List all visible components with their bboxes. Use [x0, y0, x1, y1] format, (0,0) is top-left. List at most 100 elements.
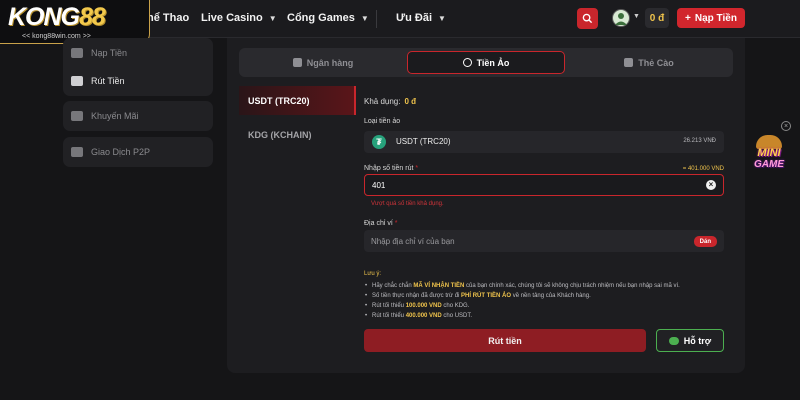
sidebar-item-deposit[interactable]: Nạp Tiền — [63, 38, 213, 68]
chevron-down-icon[interactable]: ▼ — [633, 13, 640, 20]
required-asterisk: * — [415, 165, 419, 172]
nav-item-games[interactable]: Cổng Games ▼ — [287, 12, 369, 24]
plus-icon: + — [685, 12, 691, 24]
nav-item-label: Cổng Games — [287, 12, 355, 24]
deposit-button[interactable]: + Nạp Tiền — [677, 8, 745, 28]
tab-crypto[interactable]: Tiền Ảo — [407, 51, 565, 74]
gift-icon — [71, 111, 83, 121]
nav-divider — [376, 10, 377, 28]
avatar[interactable] — [612, 9, 630, 27]
chevron-down-icon: ▼ — [438, 14, 446, 23]
search-icon — [582, 13, 593, 24]
balance-display: 0 đ — [645, 8, 669, 28]
search-button[interactable] — [577, 8, 598, 29]
sidebar-item-label: Khuyến Mãi — [91, 111, 139, 121]
avatar-icon — [615, 13, 627, 25]
mini-game-widget[interactable]: MINI GAME — [744, 135, 794, 175]
amount-input-value: 401 — [372, 181, 386, 190]
note-text: của bạn chính xác, chúng tôi sẽ không ch… — [464, 283, 680, 289]
wallet-address-placeholder: Nhập địa chỉ ví của bạn — [371, 237, 455, 246]
deposit-icon — [71, 48, 83, 58]
note-text: về nền tảng của Khách hàng. — [511, 293, 591, 299]
available-balance: Khả dụng: 0 đ — [364, 97, 416, 106]
logo-brand: KONG — [8, 3, 80, 31]
card-icon — [624, 58, 634, 67]
exchange-icon — [71, 147, 83, 157]
coin-list: USDT (TRC20) KDG (KCHAIN) — [239, 86, 356, 286]
coin-rate: 26.213 VNĐ — [683, 138, 716, 144]
note-item: Hãy chắc chắn MÃ VÍ NHẬN TIỀN của bạn ch… — [364, 281, 724, 291]
deposit-button-label: Nạp Tiền — [694, 12, 737, 24]
note-text: cho USDT. — [441, 313, 473, 319]
note-highlight: PHÍ RÚT TIỀN ẢO — [461, 293, 512, 299]
note-text: Rút tối thiểu — [372, 303, 406, 309]
sidebar-item-label: Rút Tiền — [91, 76, 125, 86]
coin-item-usdt[interactable]: USDT (TRC20) — [239, 86, 356, 115]
tether-icon: ₮ — [372, 135, 386, 149]
note-item: Rút tối thiểu 400.000 VND cho USDT. — [364, 311, 724, 321]
sidebar-item-p2p[interactable]: Giao Dịch P2P — [63, 137, 213, 167]
note-text: Hãy chắc chắn — [372, 283, 414, 289]
note-highlight: MÃ VÍ NHẬN TIỀN — [413, 283, 465, 289]
sidebar-card-transactions: Nạp Tiền Rút Tiền — [63, 38, 213, 96]
available-value: 0 đ — [404, 97, 417, 106]
mini-game-label-bottom: GAME — [754, 159, 784, 170]
nav-item-promotions[interactable]: Ưu Đãi ▼ — [396, 12, 446, 24]
required-asterisk: * — [394, 220, 398, 227]
note-item: Rút tối thiểu 100.000 VND cho KDG. — [364, 301, 724, 311]
chat-icon — [668, 336, 679, 345]
chevron-down-icon: ▼ — [360, 14, 369, 23]
bank-icon — [292, 58, 302, 67]
available-label: Khả dụng: — [364, 97, 401, 106]
coin-item-kdg[interactable]: KDG (KCHAIN) — [239, 120, 356, 149]
amount-converted: = 401.000 VND — [682, 166, 724, 172]
note-text: cho KDG. — [441, 303, 470, 309]
nav-item-sports[interactable]: hể Thao — [147, 12, 189, 24]
withdraw-icon — [71, 76, 83, 86]
coin-type-field[interactable]: ₮ USDT (TRC20) 26.213 VNĐ — [364, 131, 724, 153]
coin-item-label: KDG (KCHAIN) — [248, 129, 312, 140]
withdraw-submit-button[interactable]: Rút tiền — [364, 329, 646, 352]
tab-label: Ngân hàng — [306, 57, 354, 68]
logo-brand-number: 88 — [79, 3, 106, 31]
nav-item-label: hể Thao — [147, 12, 190, 24]
notes-list: Hãy chắc chắn MÃ VÍ NHẬN TIỀN của bạn ch… — [364, 281, 724, 321]
tab-scratch-card[interactable]: Thẻ Cào — [569, 51, 729, 74]
note-highlight: 400.000 VND — [405, 313, 442, 319]
note-item: Số tiền thực nhận đã được trừ đi PHÍ RÚT… — [364, 291, 724, 301]
nav-item-label: Ưu Đãi — [396, 12, 433, 24]
crypto-icon — [462, 58, 472, 67]
tab-bank[interactable]: Ngân hàng — [243, 51, 403, 74]
amount-label-text: Nhập số tiền rút — [364, 165, 414, 172]
payment-method-tabs: Ngân hàng Tiền Ảo Thẻ Cào — [239, 48, 733, 77]
tab-label: Tiền Ảo — [476, 57, 510, 68]
sidebar-item-label: Nạp Tiền — [91, 48, 128, 58]
address-label: Địa chỉ ví * — [364, 220, 397, 227]
coin-type-label: Loại tiền ảo — [364, 118, 401, 125]
clear-icon[interactable]: × — [706, 180, 716, 190]
sidebar-item-label: Giao Dịch P2P — [91, 147, 151, 157]
sidebar-item-withdraw[interactable]: Rút Tiền — [63, 66, 213, 96]
nav-item-live-casino[interactable]: Live Casino ▼ — [201, 12, 277, 24]
note-text: Rút tối thiểu — [372, 313, 406, 319]
amount-input[interactable]: 401 × — [364, 174, 724, 196]
notes-title: Lưu ý: — [364, 271, 382, 277]
logo-text: KONG88 — [8, 3, 106, 32]
coin-type-value: USDT (TRC20) — [396, 137, 451, 146]
chevron-down-icon: ▼ — [268, 14, 277, 23]
support-button-label: Hỗ trợ — [683, 335, 712, 346]
sidebar-card-p2p: Giao Dịch P2P — [63, 137, 213, 167]
coin-item-label: USDT (TRC20) — [248, 95, 310, 106]
wallet-address-input[interactable]: Nhập địa chỉ ví của bạn Dán — [364, 230, 724, 252]
sidebar-item-promotions[interactable]: Khuyến Mãi — [63, 101, 213, 131]
note-text: Số tiền thực nhận đã được trừ đi — [372, 293, 462, 299]
amount-label: Nhập số tiền rút * — [364, 165, 418, 172]
address-label-text: Địa chỉ ví — [364, 220, 393, 227]
mini-game-label-top: MINI — [757, 147, 781, 159]
sidebar-card-promotions: Khuyến Mãi — [63, 101, 213, 131]
tab-label: Thẻ Cào — [638, 57, 674, 68]
nav-item-label: Live Casino — [201, 12, 263, 24]
paste-button[interactable]: Dán — [693, 236, 717, 247]
close-icon[interactable]: × — [781, 121, 791, 131]
support-button[interactable]: Hỗ trợ — [656, 329, 724, 352]
